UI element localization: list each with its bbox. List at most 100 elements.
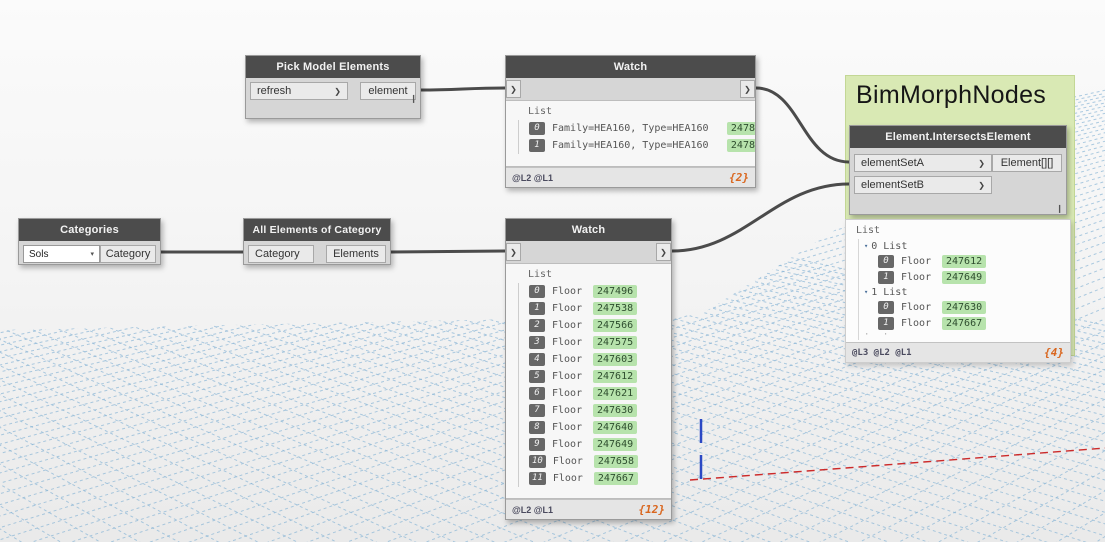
category-input-port[interactable]: Category: [248, 245, 314, 263]
watch-list[interactable]: List 0 Floor 247496 1 Floor 247538 2 Flo…: [506, 263, 671, 499]
input-port[interactable]: elementSetB ❯: [854, 176, 992, 194]
levels-label: @L2 @L1: [512, 173, 553, 183]
input-port[interactable]: ❯: [506, 80, 521, 98]
watch-row: 8 Floor 247640: [529, 419, 671, 436]
preview-row: 0 Floor 247612: [878, 253, 1066, 269]
node-header[interactable]: Watch: [506, 219, 671, 241]
port-arrow-icon: ❯: [978, 181, 985, 190]
watch-row: 11 Floor 247667: [529, 470, 671, 487]
watch-row: 9 Floor 247649: [529, 436, 671, 453]
element-id-badge: 247612: [942, 254, 987, 268]
node-watch-top[interactable]: Watch ❯ ❯ List 0 Family=HEA160, Type=HEA…: [505, 55, 756, 188]
preview-row: 1 Floor 247649: [878, 269, 1066, 285]
tree-group-toggle[interactable]: ▾ 1 List: [864, 285, 1066, 299]
element-id-badge: 247649: [942, 270, 987, 284]
node-categories[interactable]: Categories Sols ▾ Category: [18, 218, 161, 265]
row-text: Floor: [552, 422, 586, 433]
row-text: Floor: [552, 388, 586, 399]
collapse-triangle-icon[interactable]: ▾: [864, 288, 868, 296]
watch-footer: @L2 @L1 {12}: [506, 499, 671, 519]
categories-dropdown[interactable]: Sols ▾: [23, 245, 100, 263]
node-header[interactable]: Categories: [19, 219, 160, 241]
row-text: Floor: [901, 318, 935, 329]
collapse-triangle-icon[interactable]: ▾: [864, 242, 868, 250]
element-id-badge: 247667: [942, 316, 987, 330]
dynamo-canvas[interactable]: BimMorphNodes Pick Model Elements refres…: [0, 0, 1105, 542]
watch-list[interactable]: List 0 Family=HEA160, Type=HEA160 2478 1…: [506, 100, 755, 167]
watch-row: 6 Floor 247621: [529, 385, 671, 402]
input-label: elementSetB: [861, 179, 924, 191]
input-port[interactable]: elementSetA ❯: [854, 154, 992, 172]
element-id-badge: 247538: [593, 302, 638, 315]
node-pick-model-elements[interactable]: Pick Model Elements refresh ❯ element ❙: [245, 55, 421, 119]
node-header[interactable]: Pick Model Elements: [246, 56, 420, 78]
index-badge: 10: [529, 455, 546, 468]
dropdown-arrow-icon: ▾: [90, 250, 94, 258]
refresh-button[interactable]: refresh ❯: [250, 82, 348, 100]
list-label: List: [856, 225, 1066, 236]
index-badge: 1: [878, 316, 894, 330]
index-badge: 1: [878, 270, 894, 284]
input-label: Category: [255, 248, 300, 260]
watch-row: 2 Floor 247566: [529, 317, 671, 334]
output-port[interactable]: ❯: [656, 243, 671, 261]
input-port[interactable]: ❯: [506, 243, 521, 261]
index-badge: 11: [529, 472, 546, 485]
watch-row: 1 Floor 247538: [529, 300, 671, 317]
element-id-badge: 247621: [593, 387, 638, 400]
tree-group-0: ▾ 0 List 0 Floor 247612 1 Floor 247649: [864, 239, 1066, 285]
row-text: Floor: [552, 303, 586, 314]
element-array-output-port[interactable]: Element[][]: [992, 154, 1062, 172]
row-text: Floor: [901, 272, 935, 283]
group-title[interactable]: BimMorphNodes: [846, 76, 1074, 110]
preview-row: 1 Floor 247667: [878, 315, 1066, 331]
element-id-badge: 247630: [942, 300, 987, 314]
port-arrow-icon: ❯: [660, 248, 667, 257]
output-label: Element[][]: [1001, 157, 1054, 169]
input-label: elementSetA: [861, 157, 924, 169]
row-text: Floor: [552, 337, 586, 348]
watch-row: 0 Floor 247496: [529, 283, 671, 300]
element-output-port[interactable]: element: [360, 82, 416, 100]
port-arrow-icon: ❯: [334, 87, 341, 96]
category-output-port[interactable]: Category: [100, 245, 156, 263]
node-header[interactable]: Element.IntersectsElement: [850, 126, 1066, 148]
element-id-badge: 247658: [593, 455, 638, 468]
intersects-output-preview[interactable]: List ▾ 0 List 0 Floor 247612 1 Floor 247…: [845, 219, 1071, 363]
index-badge: 5: [529, 370, 545, 383]
node-element-intersects-element[interactable]: Element.IntersectsElement elementSetA ❯ …: [849, 125, 1067, 215]
item-count: {2}: [729, 171, 749, 184]
port-arrow-icon: ❯: [510, 248, 517, 257]
node-watch-bottom[interactable]: Watch ❯ ❯ List 0 Floor 247496 1 Floor 24…: [505, 218, 672, 520]
node-header[interactable]: All Elements of Category: [244, 219, 390, 241]
levels-label: @L2 @L1: [512, 505, 553, 515]
row-text: Floor: [901, 256, 935, 267]
row-text: Floor: [552, 371, 586, 382]
watch-footer: @L2 @L1 {2}: [506, 167, 755, 187]
element-id-badge: 247667: [593, 472, 638, 485]
index-badge: 1: [529, 139, 545, 152]
node-all-elements-of-category[interactable]: All Elements of Category Category Elemen…: [243, 218, 391, 265]
node-handle-icon: ❙: [410, 94, 417, 103]
output-port[interactable]: ❯: [740, 80, 755, 98]
preview-footer: @L3 @L2 @L1 {4}: [846, 342, 1070, 362]
row-text: Floor: [552, 439, 586, 450]
elements-output-port[interactable]: Elements: [326, 245, 386, 263]
element-id-badge: 247575: [593, 336, 638, 349]
item-count: {12}: [639, 503, 666, 516]
port-arrow-icon: ❯: [978, 159, 985, 168]
tree-group-toggle[interactable]: ▾ 0 List: [864, 239, 1066, 253]
watch-row: 3 Floor 247575: [529, 334, 671, 351]
row-text: Family=HEA160, Type=HEA160: [552, 140, 709, 151]
element-id-badge: 247566: [593, 319, 638, 332]
list-label: List: [528, 106, 755, 117]
watch-row: 10 Floor 247658: [529, 453, 671, 470]
element-id-badge: 247612: [593, 370, 638, 383]
watch-row: 5 Floor 247612: [529, 368, 671, 385]
row-text: Floor: [553, 473, 587, 484]
watch-row: 0 Family=HEA160, Type=HEA160 2478: [529, 120, 755, 137]
index-badge: 0: [529, 285, 545, 298]
node-header[interactable]: Watch: [506, 56, 755, 78]
index-badge: 0: [878, 300, 894, 314]
watch-row: 4 Floor 247603: [529, 351, 671, 368]
